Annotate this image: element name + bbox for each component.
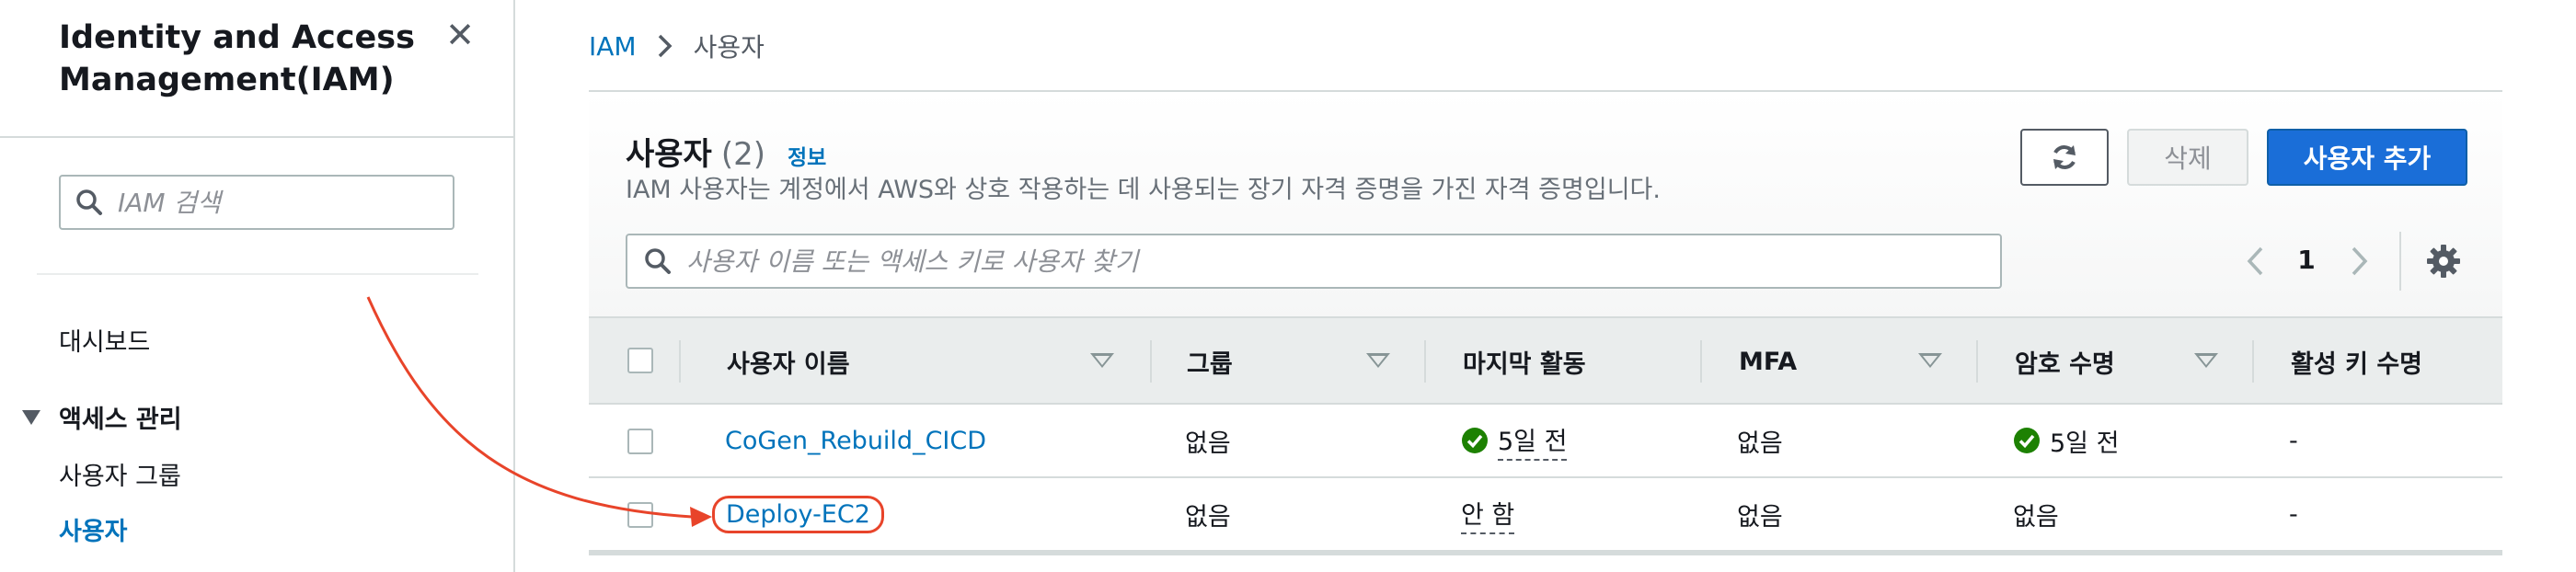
key-age-cell: - bbox=[2289, 499, 2298, 529]
mfa-cell: 없음 bbox=[1737, 429, 1783, 458]
caret-down-icon bbox=[22, 409, 40, 425]
sidebar-item-users[interactable]: 사용자 bbox=[59, 511, 128, 547]
breadcrumb: IAM 사용자 bbox=[589, 28, 765, 64]
password-age-cell: 5일 전 bbox=[2013, 423, 2119, 459]
sort-icon[interactable] bbox=[1918, 353, 1942, 368]
chevron-left-icon[interactable] bbox=[2239, 243, 2272, 280]
table-row[interactable]: CoGen_Rebuild_CICD 없음 5일 전 없음 5일 전 - bbox=[589, 405, 2502, 478]
breadcrumb-iam[interactable]: IAM bbox=[589, 31, 637, 62]
column-divider bbox=[2252, 340, 2254, 383]
groups-cell: 없음 bbox=[1185, 429, 1231, 458]
sidebar-search-input[interactable] bbox=[118, 187, 431, 218]
sort-icon[interactable] bbox=[2194, 353, 2218, 368]
sidebar: Identity and Access Management(IAM) ✕ 대시… bbox=[0, 0, 515, 572]
last-activity-cell: 5일 전 bbox=[1461, 421, 1568, 461]
user-search-input[interactable] bbox=[686, 246, 1974, 277]
breadcrumb-current: 사용자 bbox=[693, 32, 765, 63]
sidebar-section-access[interactable]: 액세스 관리 bbox=[22, 399, 182, 435]
username-link[interactable]: Deploy-EC2 bbox=[712, 495, 884, 533]
refresh-button[interactable] bbox=[2020, 129, 2109, 186]
mfa-cell: 없음 bbox=[1737, 502, 1783, 532]
page-number[interactable]: 1 bbox=[2293, 245, 2320, 275]
table-row[interactable]: Deploy-EC2 없음 안 함 없음 없음 - bbox=[589, 478, 2502, 552]
page-title: 사용자 bbox=[626, 136, 712, 173]
divider bbox=[2399, 232, 2401, 291]
refresh-icon bbox=[2053, 145, 2076, 169]
column-header-password-age[interactable]: 암호 수명 bbox=[2015, 318, 2115, 405]
column-divider bbox=[1150, 340, 1152, 383]
column-header-active-key-age[interactable]: 활성 키 수명 bbox=[2291, 318, 2422, 405]
column-header-username[interactable]: 사용자 이름 bbox=[727, 318, 850, 405]
column-divider bbox=[1424, 340, 1426, 383]
sidebar-search[interactable] bbox=[59, 175, 454, 230]
last-activity-text[interactable]: 안 함 bbox=[1461, 495, 1515, 534]
column-header-groups[interactable]: 그룹 bbox=[1187, 318, 1233, 405]
user-search[interactable] bbox=[626, 234, 2002, 289]
sidebar-item-dashboard[interactable]: 대시보드 bbox=[59, 322, 150, 358]
sort-icon[interactable] bbox=[1090, 353, 1114, 368]
select-all-checkbox[interactable] bbox=[627, 348, 653, 373]
password-age-cell: 없음 bbox=[2013, 502, 2059, 532]
info-link[interactable]: 정보 bbox=[788, 140, 826, 171]
last-activity-text[interactable]: 5일 전 bbox=[1498, 421, 1568, 461]
search-icon bbox=[76, 189, 102, 215]
row-checkbox[interactable] bbox=[627, 429, 653, 454]
column-divider bbox=[679, 340, 681, 383]
delete-button[interactable]: 삭제 bbox=[2127, 129, 2248, 186]
column-divider bbox=[1700, 340, 1702, 383]
gear-icon[interactable] bbox=[2425, 243, 2462, 280]
chevron-right-icon bbox=[657, 33, 673, 59]
add-user-button[interactable]: 사용자 추가 bbox=[2267, 129, 2467, 186]
column-header-last-activity[interactable]: 마지막 활동 bbox=[1463, 318, 1586, 405]
username-link[interactable]: CoGen_Rebuild_CICD bbox=[725, 427, 986, 455]
chevron-right-icon[interactable] bbox=[2342, 243, 2375, 280]
groups-cell: 없음 bbox=[1185, 502, 1231, 532]
check-circle-icon bbox=[1462, 428, 1488, 453]
sidebar-divider bbox=[0, 136, 513, 138]
password-age-text: 5일 전 bbox=[2050, 429, 2120, 458]
key-age-cell: - bbox=[2289, 426, 2298, 455]
panel-title: 사용자 (2) 정보 bbox=[626, 129, 826, 174]
sort-icon[interactable] bbox=[1366, 353, 1390, 368]
users-panel: 사용자 (2) 정보 IAM 사용자는 계정에서 AWS와 상호 작용하는 데 … bbox=[589, 92, 2502, 555]
row-checkbox[interactable] bbox=[627, 502, 653, 528]
column-header-mfa[interactable]: MFA bbox=[1739, 318, 1797, 405]
sidebar-title: Identity and Access Management(IAM) bbox=[59, 19, 415, 98]
user-count: (2) bbox=[720, 136, 766, 173]
sidebar-item-user-groups[interactable]: 사용자 그룹 bbox=[59, 456, 181, 492]
sidebar-divider bbox=[37, 273, 478, 275]
column-divider bbox=[1976, 340, 1978, 383]
check-circle-icon bbox=[2014, 428, 2040, 453]
close-icon[interactable]: ✕ bbox=[442, 17, 478, 53]
search-icon bbox=[645, 248, 671, 274]
table-header: 사용자 이름 그룹 마지막 활동 MFA 암호 수명 활성 키 수명 bbox=[589, 316, 2502, 405]
divider bbox=[589, 552, 2502, 555]
panel-description: IAM 사용자는 계정에서 AWS와 상호 작용하는 데 사용되는 장기 자격 … bbox=[626, 176, 1661, 204]
sidebar-section-label: 액세스 관리 bbox=[59, 406, 182, 434]
